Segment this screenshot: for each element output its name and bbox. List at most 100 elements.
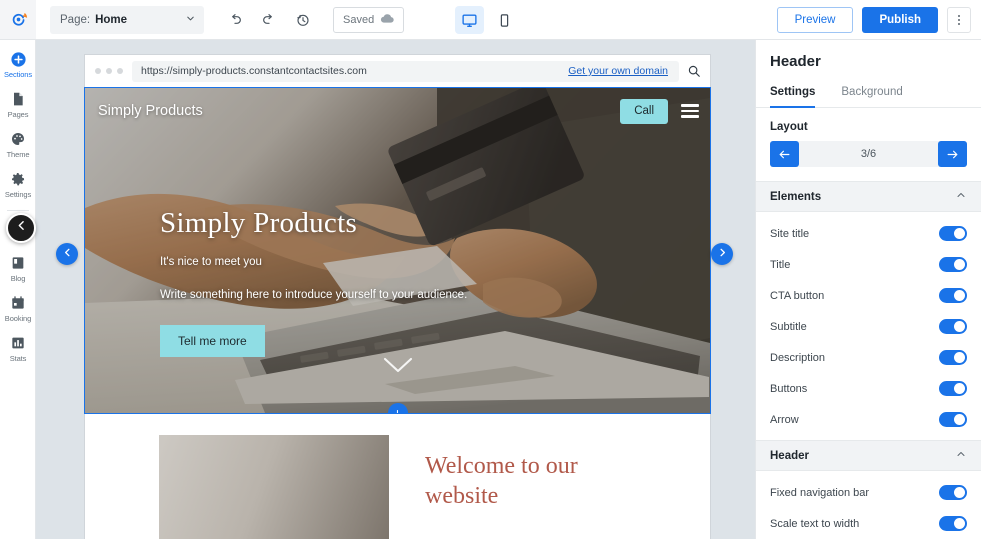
sidebar-item-settings[interactable]: Settings — [0, 170, 36, 199]
tell-me-more-button[interactable]: Tell me more — [160, 324, 265, 357]
sidebar-item-sections[interactable]: Sections — [0, 50, 36, 79]
redo-icon[interactable] — [256, 7, 282, 33]
collapse-panel-button[interactable] — [6, 213, 36, 243]
sidebar-item-pages[interactable]: Pages — [0, 90, 36, 119]
toggle-row-description: Description — [756, 342, 981, 373]
preview-button[interactable]: Preview — [776, 7, 854, 33]
welcome-image-placeholder[interactable] — [159, 435, 389, 539]
previous-section-button[interactable] — [56, 243, 78, 265]
sidebar-item-label: Stats — [9, 354, 27, 363]
device-preview-switch — [455, 6, 519, 34]
tab-settings[interactable]: Settings — [770, 80, 816, 108]
search-icon[interactable] — [687, 64, 701, 78]
sidebar-item-blog[interactable]: Blog — [0, 254, 36, 283]
toggle-switch[interactable] — [939, 226, 967, 241]
toggle-switch[interactable] — [939, 319, 967, 334]
constant-contact-logo[interactable] — [0, 0, 36, 39]
toggle-row-subtitle: Subtitle — [756, 311, 981, 342]
elements-toggle-list: Site title Title CTA button Subtitle Des… — [756, 212, 981, 440]
editor-canvas: https://simply-products.constantcontacts… — [36, 40, 755, 539]
save-status-chip[interactable]: Saved — [333, 6, 405, 33]
toggle-label: Title — [770, 258, 791, 271]
toggle-label: Description — [770, 351, 826, 364]
hero-subtitle[interactable]: It's nice to meet you — [160, 256, 670, 268]
more-vertical-icon[interactable] — [947, 7, 971, 33]
toggle-label: Subtitle — [770, 320, 807, 333]
tab-background[interactable]: Background — [841, 80, 902, 108]
chevron-right-icon — [717, 245, 728, 263]
save-status-label: Saved — [343, 13, 375, 26]
toggle-switch[interactable] — [939, 516, 967, 531]
calendar-icon — [9, 294, 27, 312]
toggle-row-arrow: Arrow — [756, 404, 981, 435]
plus-circle-icon — [9, 50, 27, 68]
site-preview-frame: https://simply-products.constantcontacts… — [84, 55, 711, 539]
toggle-label: Arrow — [770, 413, 799, 426]
history-icon[interactable] — [290, 7, 316, 33]
welcome-heading[interactable]: Welcome to our website — [425, 435, 605, 539]
hero-content: Simply Products It's nice to meet you Wr… — [160, 207, 670, 357]
chevron-left-icon — [62, 245, 73, 263]
site-header-nav: Simply Products Call — [85, 88, 710, 134]
page-selector-label: Page: — [60, 13, 91, 26]
toggle-row-fixed-navigation-bar: Fixed navigation bar — [756, 477, 981, 508]
chevron-left-icon — [15, 219, 28, 237]
hero-description[interactable]: Write something here to introduce yourse… — [160, 289, 670, 301]
header-accordion-header[interactable]: Header — [756, 440, 981, 471]
hero-section[interactable]: Simply Products Call Simply Products It'… — [84, 87, 711, 414]
publish-button[interactable]: Publish — [862, 7, 938, 33]
page-selector[interactable]: Page: Home — [50, 5, 204, 34]
sidebar-item-label: Pages — [7, 110, 29, 119]
sidebar-item-label: Settings — [4, 190, 32, 199]
palette-icon — [9, 130, 27, 148]
header-toggle-list: Fixed navigation bar Scale text to width — [756, 471, 981, 539]
mobile-view-button[interactable] — [490, 6, 519, 34]
get-own-domain-link[interactable]: Get your own domain — [568, 65, 670, 77]
page-selector-value: Home — [95, 13, 128, 26]
toggle-switch[interactable] — [939, 412, 967, 427]
toggle-switch[interactable] — [939, 288, 967, 303]
toggle-row-title: Title — [756, 249, 981, 280]
blog-icon — [9, 254, 27, 272]
elements-accordion-label: Elements — [770, 190, 822, 203]
toggle-switch[interactable] — [939, 381, 967, 396]
elements-accordion-header[interactable]: Elements — [756, 181, 981, 212]
sidebar-item-theme[interactable]: Theme — [0, 130, 36, 159]
sidebar-item-stats[interactable]: Stats — [0, 334, 36, 363]
cloud-icon — [380, 13, 394, 27]
chevron-up-icon — [955, 188, 967, 206]
chevron-up-icon — [955, 447, 967, 465]
gear-icon — [9, 170, 27, 188]
toggle-switch[interactable] — [939, 350, 967, 365]
toggle-label: Buttons — [770, 382, 808, 395]
undo-icon[interactable] — [222, 7, 248, 33]
sidebar-item-booking[interactable]: Booking — [0, 294, 36, 323]
welcome-section[interactable]: Welcome to our website — [85, 413, 710, 539]
sidebar-item-label: Theme — [6, 150, 30, 159]
next-section-button[interactable] — [711, 243, 733, 265]
url-field[interactable]: https://simply-products.constantcontacts… — [132, 60, 679, 82]
site-title[interactable]: Simply Products — [98, 103, 203, 119]
top-right-actions: Preview Publish — [776, 7, 971, 33]
chevron-down-icon — [185, 13, 196, 27]
sidebar-item-label: Blog — [10, 274, 26, 283]
layout-next-button[interactable] — [938, 141, 967, 167]
layout-label: Layout — [770, 121, 808, 133]
toggle-row-scale-text-to-width: Scale text to width — [756, 508, 981, 539]
call-button[interactable]: Call — [620, 98, 668, 124]
layout-value: 3/6 — [860, 148, 877, 160]
toggle-label: CTA button — [770, 289, 825, 302]
toggle-switch[interactable] — [939, 257, 967, 272]
toggle-row-site-title: Site title — [756, 218, 981, 249]
properties-panel: Header Settings Background Layout 3/6 El… — [755, 40, 981, 539]
toggle-label: Scale text to width — [770, 517, 860, 530]
hero-heading[interactable]: Simply Products — [160, 207, 670, 240]
hero-scroll-down-chevron-icon[interactable] — [383, 357, 413, 379]
sidebar-item-label: Sections — [4, 70, 32, 79]
layout-prev-button[interactable] — [770, 141, 799, 167]
hamburger-menu-icon[interactable] — [681, 104, 699, 118]
window-dots — [95, 68, 123, 74]
sidebar-divider — [6, 210, 29, 211]
toggle-switch[interactable] — [939, 485, 967, 500]
desktop-view-button[interactable] — [455, 6, 484, 34]
